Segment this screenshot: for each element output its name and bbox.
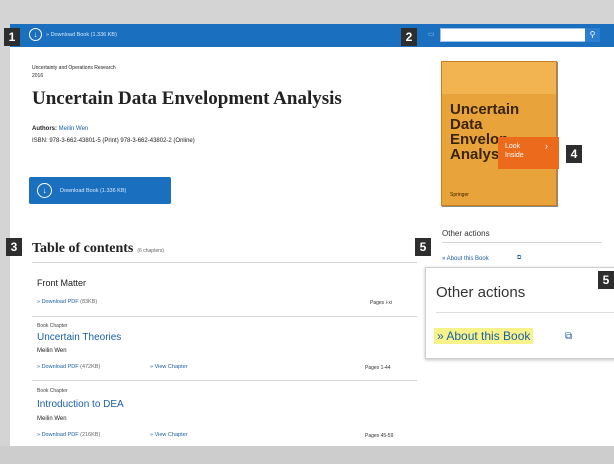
toc-item-pdf-row: » Download PDF (83KB) bbox=[37, 299, 97, 305]
external-link-icon: ⧉ bbox=[565, 331, 573, 342]
toc-item-title: Front Matter bbox=[37, 278, 87, 288]
divider bbox=[436, 312, 614, 313]
page-range: Pages 45-59 bbox=[365, 433, 394, 439]
publisher-logo: Springer bbox=[450, 192, 469, 198]
pdf-size: (83KB) bbox=[80, 299, 98, 305]
toc-item-pdf-row: » Download PDF (216KB) bbox=[37, 432, 100, 438]
top-bar: ↓ » Download Book (1.336 KB) ▭ ⚲ bbox=[10, 24, 614, 47]
toc-item-title-link[interactable]: Introduction to DEA bbox=[37, 399, 124, 410]
download-pdf-link[interactable]: » Download PDF bbox=[37, 364, 79, 370]
author-link[interactable]: Meilin Wen bbox=[59, 126, 89, 132]
callout-marker: 5 bbox=[415, 238, 431, 256]
pdf-size: (216KB) bbox=[80, 432, 101, 438]
download-book-button[interactable]: ↓ Download Book (1.336 KB) bbox=[29, 177, 171, 204]
about-book-link[interactable]: » About this Book bbox=[442, 256, 489, 262]
bottom-band bbox=[0, 446, 614, 464]
callout-marker: 2 bbox=[401, 28, 417, 46]
other-actions-zoom-callout: Other actions » About this Book ⧉ bbox=[425, 267, 614, 359]
view-chapter-link[interactable]: » View Chapter bbox=[150, 432, 188, 438]
download-button-label: Download Book (1.336 KB) bbox=[60, 187, 127, 194]
authors-label: Authors: bbox=[32, 126, 57, 132]
download-pdf-link[interactable]: » Download PDF bbox=[37, 299, 79, 305]
callout-marker: 5 bbox=[598, 271, 614, 289]
toc-item-type: Book Chapter bbox=[37, 323, 68, 329]
toc-item-type: Book Chapter bbox=[37, 388, 68, 394]
cover-title-line: Data bbox=[450, 116, 483, 133]
callout-marker: 3 bbox=[6, 238, 22, 256]
download-pdf-link[interactable]: » Download PDF bbox=[37, 432, 79, 438]
toc-item-title-link[interactable]: Uncertain Theories bbox=[37, 332, 121, 343]
download-book-link[interactable]: ↓ » Download Book (1.336 KB) bbox=[29, 28, 117, 41]
toc-title: Table of contents bbox=[32, 241, 134, 256]
toc-item-author: Meilin Wen bbox=[37, 348, 67, 354]
other-actions-heading: Other actions bbox=[442, 229, 490, 238]
search-button[interactable]: ⚲ bbox=[585, 28, 600, 42]
view-chapter-link[interactable]: » View Chapter bbox=[150, 364, 188, 370]
page-range: Pages 1-44 bbox=[365, 365, 391, 371]
toc-count: (6 chapters) bbox=[137, 248, 165, 254]
look-inside-label: Look bbox=[505, 143, 521, 150]
search-icon: ⚲ bbox=[589, 30, 596, 39]
toc-heading: Table of contents (6 chapters) bbox=[32, 241, 164, 257]
page-title: Uncertain Data Envelopment Analysis bbox=[32, 88, 342, 109]
toc-item-pdf-row: » Download PDF (472KB) bbox=[37, 364, 100, 370]
publication-year: 2016 bbox=[32, 73, 44, 79]
webpage: ↓ » Download Book (1.336 KB) ▭ ⚲ Uncerta… bbox=[10, 24, 614, 446]
series-name[interactable]: Uncertainty and Operations Research bbox=[32, 65, 116, 71]
search-input[interactable] bbox=[440, 28, 587, 42]
callout-marker: 4 bbox=[566, 145, 582, 163]
toc-item-author: Meilin Wen bbox=[37, 416, 67, 422]
cover-title-line: Uncertain bbox=[450, 101, 520, 118]
external-link-icon: ⧉ bbox=[517, 255, 522, 261]
cover-top-band bbox=[442, 62, 556, 94]
download-book-label: » Download Book (1.336 KB) bbox=[46, 31, 117, 38]
popup-title: Other actions bbox=[436, 284, 526, 301]
divider bbox=[442, 242, 602, 243]
pdf-size: (472KB) bbox=[80, 364, 101, 370]
divider bbox=[32, 316, 417, 317]
search-scope-icon[interactable]: ▭ bbox=[428, 30, 435, 38]
look-inside-button[interactable]: Look Inside › bbox=[498, 137, 559, 169]
download-icon: ↓ bbox=[29, 28, 42, 41]
look-inside-label: Inside bbox=[505, 152, 524, 159]
callout-marker: 1 bbox=[4, 28, 20, 46]
authors-line: Authors: Meilin Wen bbox=[32, 126, 88, 132]
isbn-line: ISBN: 978-3-662-43801-5 (Print) 978-3-66… bbox=[32, 138, 195, 144]
chevron-right-icon: › bbox=[545, 141, 548, 151]
download-icon: ↓ bbox=[37, 183, 52, 198]
divider bbox=[32, 262, 417, 263]
popup-about-book-link[interactable]: » About this Book bbox=[434, 328, 534, 344]
divider bbox=[32, 380, 417, 381]
page-range: Pages i-xi bbox=[370, 300, 392, 306]
book-cover[interactable]: Uncertain Data Envelop Analysis bbox=[441, 61, 557, 206]
